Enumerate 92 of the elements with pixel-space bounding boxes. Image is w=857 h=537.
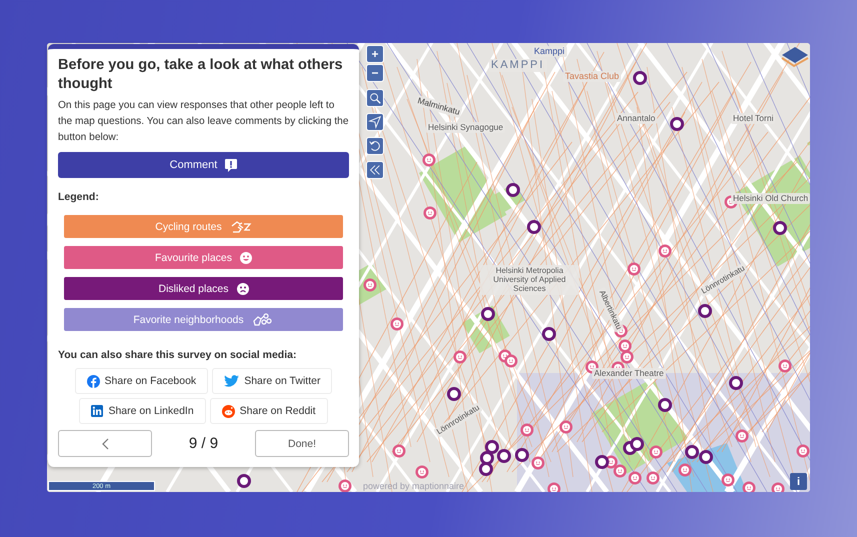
favourite-place-marker[interactable]: [424, 206, 436, 220]
layers-icon[interactable]: [780, 46, 810, 68]
disliked-place-marker[interactable]: [485, 440, 499, 454]
hands-icon: [252, 312, 274, 326]
panel-title: Before you go, take a look at what others thought: [58, 56, 344, 94]
comment-icon: [225, 158, 238, 172]
disliked-place-marker[interactable]: [630, 437, 644, 451]
favourite-place-marker[interactable]: [650, 446, 662, 458]
reddit-icon: [222, 404, 235, 418]
favourite-place-marker[interactable]: [548, 482, 560, 492]
locate-button[interactable]: [367, 114, 383, 130]
favourite-place-marker[interactable]: [338, 480, 352, 492]
favourite-place-marker[interactable]: [778, 360, 792, 372]
attribution-text: powered by maptionnaire: [363, 481, 464, 491]
map-label: KAMPPI: [489, 59, 547, 72]
favourite-place-marker[interactable]: [618, 340, 632, 352]
pointing-hand-icon: [230, 220, 252, 234]
favourite-place-marker[interactable]: [722, 474, 734, 486]
disliked-place-marker[interactable]: [479, 462, 493, 476]
favourite-place-marker[interactable]: [620, 350, 634, 364]
zoom-search-button[interactable]: [367, 90, 383, 106]
linkedin-icon: [91, 405, 104, 417]
undo-button[interactable]: [367, 138, 383, 154]
disliked-place-marker[interactable]: [542, 327, 556, 341]
info-button[interactable]: i: [790, 473, 807, 490]
map-label: Tavastia Club: [563, 71, 622, 82]
sad-face-icon: [236, 282, 249, 294]
favourite-place-marker[interactable]: [658, 244, 672, 258]
disliked-place-marker[interactable]: [447, 387, 461, 401]
disliked-place-marker[interactable]: [685, 445, 699, 459]
favourite-place-marker[interactable]: [614, 464, 626, 478]
disliked-place-marker[interactable]: [698, 304, 712, 318]
panel-description: On this page you can view responses that other people left to the map questions. You can also leave comments by clicking the button below:: [58, 99, 349, 145]
favourite-place-marker[interactable]: [520, 424, 534, 436]
smiley-icon: [240, 252, 252, 264]
map-label: Annantalo: [615, 113, 658, 124]
favourite-place-marker[interactable]: [416, 466, 428, 478]
legend-item: Cycling routes: [64, 215, 343, 238]
favourite-place-marker[interactable]: [364, 278, 376, 292]
done-button[interactable]: Done!: [255, 430, 349, 457]
share-button[interactable]: Share on Reddit: [210, 398, 328, 424]
disliked-place-marker[interactable]: [658, 398, 672, 412]
disliked-place-marker[interactable]: [729, 376, 743, 390]
favourite-place-marker[interactable]: [678, 464, 692, 476]
favourite-place-marker[interactable]: [390, 318, 404, 330]
legend-title: Legend:: [58, 191, 100, 203]
bird-icon: [224, 375, 240, 387]
disliked-place-marker[interactable]: [497, 449, 511, 463]
map-label: Alexander Theatre: [592, 368, 666, 378]
share-button[interactable]: Share on LinkedIn: [79, 398, 206, 424]
disliked-place-marker[interactable]: [480, 451, 494, 465]
disliked-place-marker[interactable]: [506, 183, 520, 197]
page-counter: 9 / 9: [188, 435, 218, 452]
disliked-place-marker[interactable]: [595, 455, 609, 469]
map-label: Kamppi: [532, 46, 567, 57]
zoom-out-button[interactable]: −: [367, 65, 383, 81]
favourite-place-marker[interactable]: [560, 420, 572, 434]
legend-item: Favorite neighborhoods: [64, 308, 343, 331]
favourite-place-marker[interactable]: [628, 472, 642, 484]
favourite-place-marker[interactable]: [646, 472, 660, 484]
share-title: You can also share this survey on social media:: [58, 349, 298, 361]
favourite-place-marker[interactable]: [422, 154, 436, 166]
map-label: Helsinki Synagogue: [426, 122, 506, 132]
favourite-place-marker[interactable]: [504, 354, 518, 368]
zoom-in-button[interactable]: +: [367, 46, 383, 62]
map-label: Helsinki Metropolia University of Applied Sciences: [480, 265, 579, 295]
legend-item: Favourite places: [64, 246, 343, 269]
disliked-place-marker[interactable]: [237, 474, 251, 488]
legend-item: Disliked places: [64, 277, 343, 300]
map-label: Hotel Torni: [731, 113, 776, 124]
map-label: Helsinki Old Church: [731, 193, 810, 204]
favourite-place-marker[interactable]: [532, 456, 544, 470]
favourite-place-marker[interactable]: [628, 262, 640, 276]
favourite-place-marker[interactable]: [796, 444, 810, 458]
disliked-place-marker[interactable]: [670, 117, 684, 131]
favourite-place-marker[interactable]: [454, 350, 466, 364]
disliked-place-marker[interactable]: [481, 307, 495, 321]
disliked-place-marker[interactable]: [515, 448, 529, 462]
chevron-left-icon: [102, 438, 108, 450]
facebook-icon: [86, 374, 100, 388]
share-button[interactable]: Share on Twitter: [212, 368, 332, 394]
favourite-place-marker[interactable]: [392, 444, 406, 458]
favourite-place-marker[interactable]: [772, 482, 784, 492]
share-button[interactable]: Share on Facebook: [74, 368, 208, 394]
collapse-button[interactable]: [367, 162, 383, 178]
favourite-place-marker[interactable]: [736, 430, 748, 442]
disliked-place-marker[interactable]: [773, 221, 787, 235]
favourite-place-marker[interactable]: [742, 482, 756, 492]
disliked-place-marker[interactable]: [633, 71, 647, 85]
disliked-place-marker[interactable]: [527, 220, 541, 234]
disliked-place-marker[interactable]: [699, 450, 713, 464]
comment-button[interactable]: Comment: [58, 152, 349, 178]
